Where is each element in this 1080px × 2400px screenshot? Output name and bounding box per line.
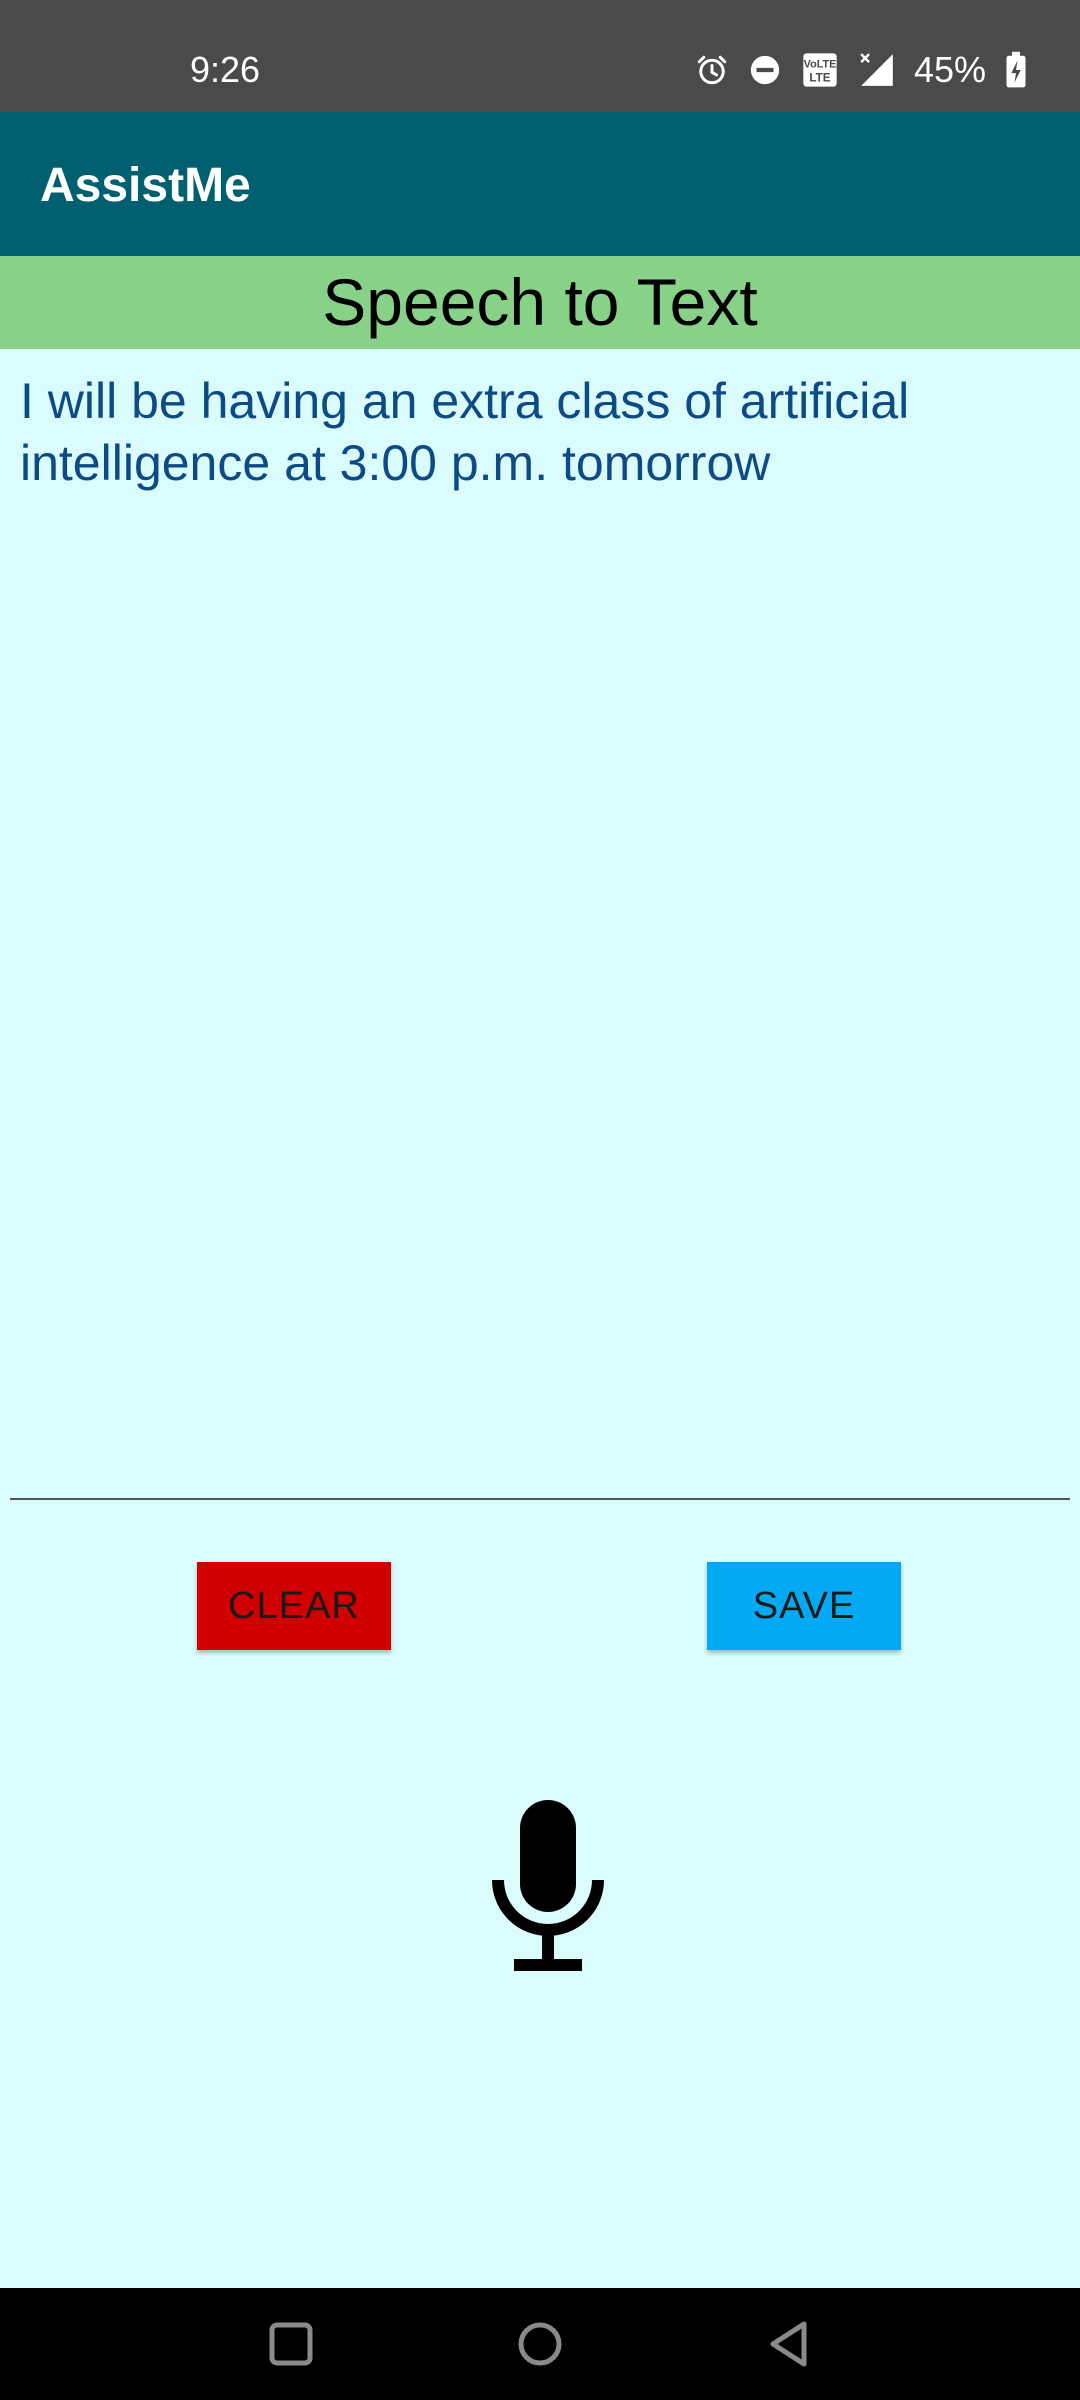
alarm-icon (697, 55, 727, 85)
app-title: AssistMe (40, 159, 251, 212)
svg-text:LTE: LTE (809, 72, 830, 85)
battery-charging-icon (1006, 51, 1026, 88)
app-bar: AssistMe (0, 112, 1080, 256)
battery-percent: 45% (913, 49, 986, 90)
recents-icon[interactable] (261, 2314, 321, 2374)
back-icon[interactable] (759, 2314, 819, 2374)
text-field-underline (10, 1498, 1070, 1500)
heading-band: Speech to Text (0, 256, 1080, 349)
clear-button[interactable]: CLEAR (197, 1562, 391, 1650)
save-button[interactable]: SAVE (707, 1562, 901, 1650)
page-heading: Speech to Text (322, 265, 758, 339)
transcript-text-field[interactable]: I will be having an extra class of artif… (20, 370, 1050, 494)
volte-icon: VoLTE LTE (803, 53, 837, 87)
status-time: 9:26 (190, 49, 261, 90)
do-not-disturb-icon (750, 55, 780, 85)
home-icon[interactable] (510, 2314, 570, 2374)
status-bar: 9:26 VoLTE LTE 45% (0, 0, 1080, 112)
signal-icon (860, 53, 893, 86)
microphone-icon[interactable] (492, 1795, 604, 1975)
svg-text:VoLTE: VoLTE (804, 59, 837, 71)
status-icons: VoLTE LTE 45% (694, 46, 1028, 94)
navigation-bar (0, 2288, 1080, 2400)
